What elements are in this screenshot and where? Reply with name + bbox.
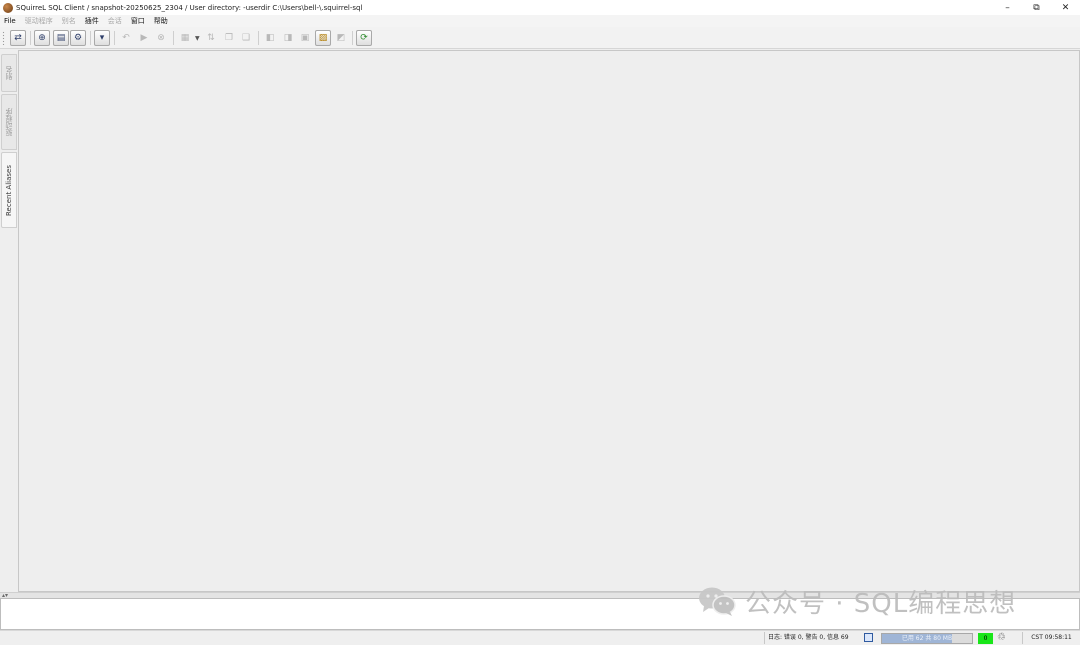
sort-icon[interactable]: ⇅ (203, 30, 219, 46)
close-tab-icon[interactable]: ▣ (297, 30, 313, 46)
menu-bar: File 驱动程序 别名 插件 会话 窗口 帮助 (0, 15, 1080, 27)
toolbar-separator (173, 31, 174, 45)
title-bar: SQuirreL SQL Client / snapshot-20250625_… (0, 0, 1080, 15)
stop-icon[interactable]: ⊗ (153, 30, 169, 46)
copy-icon[interactable]: ❐ (221, 30, 237, 46)
side-tab-strip: 别名 驱动程序 Recent Aliases (0, 50, 18, 592)
tab-recent-aliases-label: Recent Aliases (5, 164, 13, 216)
main-toolbar: ⇄ ⊕ ▤ ⚙ ▾ ↶ ▶ ⊗ ▦ ▼ ⇅ ❐ ❑ ◧ ◨ ▣ ▨ ◩ ⟳ (0, 27, 1080, 49)
log-summary[interactable]: 日志: 错误 0, 警告 0, 信息 69 (764, 632, 878, 644)
watermark-text: 公众号 · SQL编程思想 (745, 588, 1017, 619)
sql-editor-icon[interactable]: ▤ (53, 30, 69, 46)
log-monitor-icon[interactable] (864, 633, 873, 642)
filter-icon[interactable]: ▾ (94, 30, 110, 46)
menu-drivers[interactable]: 驱动程序 (25, 16, 53, 26)
run-icon[interactable]: ▶ (136, 30, 152, 46)
new-session-icon[interactable]: ⊕ (34, 30, 50, 46)
squirrel-app-icon (3, 2, 13, 13)
refresh-icon[interactable]: ⟳ (356, 30, 372, 46)
main-desktop-area[interactable] (18, 50, 1080, 592)
menu-file[interactable]: File (4, 17, 16, 25)
sql-history-icon[interactable]: ▦ (177, 30, 193, 46)
previous-tab-icon[interactable]: ◧ (262, 30, 278, 46)
tab-recent-aliases[interactable]: Recent Aliases (1, 152, 17, 228)
watermark: 公众号 · SQL编程思想 (697, 584, 1017, 619)
open-connections-badge[interactable]: 0 (978, 633, 993, 644)
memory-usage-bar[interactable]: 已用 62 共 80 MB (881, 633, 973, 644)
toolbar-separator (90, 31, 91, 45)
paste-icon[interactable]: ❑ (238, 30, 254, 46)
toolbar-separator (114, 31, 115, 45)
object-tree-icon[interactable]: ⚙ (70, 30, 86, 46)
minimize-button[interactable]: – (993, 0, 1022, 15)
connect-icon[interactable]: ⇄ (10, 30, 26, 46)
tab-drivers-label: 驱动程序 (5, 108, 13, 136)
menu-aliases[interactable]: 别名 (62, 16, 76, 26)
close-button[interactable]: ✕ (1051, 0, 1080, 15)
garbage-collect-icon[interactable]: ♲ (997, 632, 1006, 644)
menu-windows[interactable]: 窗口 (131, 16, 145, 26)
chevron-down-icon[interactable]: ▼ (195, 35, 200, 42)
menu-session[interactable]: 会话 (108, 16, 122, 26)
app-window: SQuirreL SQL Client / snapshot-20250625_… (0, 0, 1080, 645)
bookmark-icon[interactable]: ◩ (333, 30, 349, 46)
window-controls: – ⧉ ✕ (993, 0, 1080, 15)
commit-icon[interactable]: ↶ (118, 30, 134, 46)
window-title: SQuirreL SQL Client / snapshot-20250625_… (16, 3, 363, 12)
status-bar: 日志: 错误 0, 警告 0, 信息 69 已用 62 共 80 MB 0 ♲ … (0, 630, 1080, 645)
menu-plugins[interactable]: 插件 (85, 16, 99, 26)
toolbar-separator (352, 31, 353, 45)
toolbar-separator (30, 31, 31, 45)
toolbar-separator (258, 31, 259, 45)
open-file-icon[interactable]: ▨ (315, 30, 331, 46)
toolbar-grip-icon[interactable] (2, 31, 5, 45)
tab-drivers[interactable]: 驱动程序 (1, 94, 17, 150)
memory-usage-text: 已用 62 共 80 MB (901, 635, 953, 642)
wechat-icon (699, 587, 736, 616)
next-tab-icon[interactable]: ◨ (280, 30, 296, 46)
restore-button[interactable]: ⧉ (1022, 0, 1051, 15)
menu-help[interactable]: 帮助 (154, 16, 168, 26)
status-clock: CST 09:58:11 (1022, 632, 1080, 644)
tab-aliases-label: 别名 (5, 66, 13, 80)
tab-aliases[interactable]: 别名 (1, 54, 17, 92)
